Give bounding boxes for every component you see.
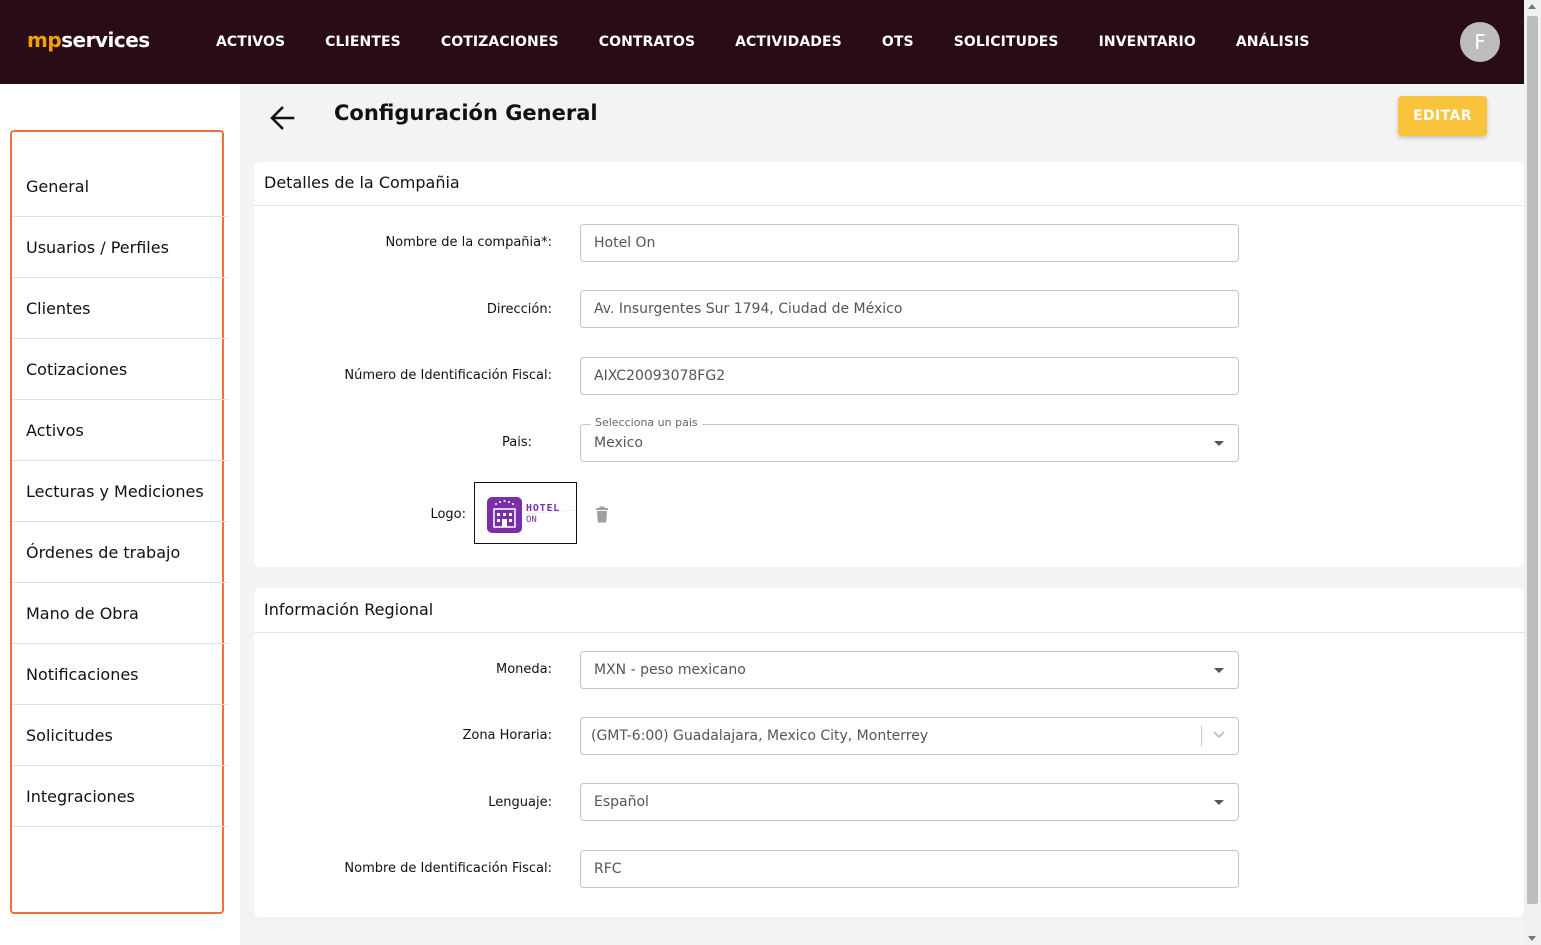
company-details-title: Detalles de la Compañia	[264, 173, 460, 192]
language-select-value: Español	[594, 794, 649, 810]
address-input[interactable]: Av. Insurgentes Sur 1794, Ciudad de Méxi…	[580, 290, 1239, 328]
logo-label: Logo:	[430, 507, 466, 522]
company-name-input[interactable]: Hotel On	[580, 224, 1239, 262]
nav-item-clientes[interactable]: CLIENTES	[325, 34, 401, 50]
country-select-value: Mexico	[594, 435, 643, 451]
sidebar-item-mano-obra[interactable]: Mano de Obra	[12, 583, 228, 644]
nav-item-ots[interactable]: OTS	[882, 34, 914, 50]
company-name-label: Nombre de la compañia*:	[385, 235, 552, 250]
sidebar-item-activos[interactable]: Activos	[12, 400, 228, 461]
page-scrollbar[interactable]	[1524, 0, 1541, 945]
brand-logo-part2: services	[61, 28, 150, 52]
country-select[interactable]: Selecciona un pais Mexico	[580, 416, 1239, 462]
settings-menu: General Usuarios / Perfiles Clientes Cot…	[12, 156, 238, 827]
language-label: Lenguaje:	[488, 795, 552, 810]
tax-id-label: Número de Identificación Fiscal:	[344, 368, 552, 383]
logo-text-top: HOTEL	[526, 503, 561, 514]
country-label: Pais:	[502, 435, 532, 450]
tax-name-input[interactable]: RFC	[580, 850, 1239, 888]
sidebar-item-notificaciones[interactable]: Notificaciones	[12, 644, 228, 705]
edit-button[interactable]: EDITAR	[1398, 96, 1487, 136]
settings-sidebar: General Usuarios / Perfiles Clientes Cot…	[10, 130, 228, 914]
tax-id-input[interactable]: AIXC20093078FG2	[580, 357, 1239, 395]
sidebar-item-lecturas-mediciones[interactable]: Lecturas y Mediciones	[12, 461, 228, 522]
nav-item-inventario[interactable]: INVENTARIO	[1099, 34, 1196, 50]
trash-icon[interactable]	[594, 506, 610, 524]
scroll-down-icon[interactable]	[1528, 936, 1536, 941]
currency-label: Moneda:	[495, 662, 552, 677]
user-avatar[interactable]: F	[1460, 22, 1500, 62]
sidebar-item-ordenes-trabajo[interactable]: Órdenes de trabajo	[12, 522, 228, 583]
timezone-select-value: (GMT-6:00) Guadalajara, Mexico City, Mon…	[591, 728, 929, 744]
country-select-legend: Selecciona un pais	[591, 416, 702, 429]
card-divider	[254, 632, 1524, 633]
nav-item-actividades[interactable]: ACTIVIDADES	[735, 34, 842, 50]
scroll-thumb[interactable]	[1527, 16, 1538, 904]
address-label: Dirección:	[486, 302, 552, 317]
sidebar-item-solicitudes[interactable]: Solicitudes	[12, 705, 228, 766]
sidebar-item-clientes[interactable]: Clientes	[12, 278, 228, 339]
card-divider	[254, 205, 1524, 206]
nav-item-analisis[interactable]: ANÁLISIS	[1236, 34, 1310, 50]
sidebar-item-integraciones[interactable]: Integraciones	[12, 766, 228, 827]
brand-logo-part1: mp	[27, 28, 62, 52]
caret-down-icon	[1214, 441, 1224, 446]
sidebar-item-general[interactable]: General	[12, 156, 228, 217]
tax-name-label: Nombre de Identificación Fiscal:	[344, 861, 552, 876]
chevron-down-icon[interactable]	[1211, 726, 1227, 742]
caret-down-icon	[1214, 800, 1224, 805]
timezone-label: Zona Horaria:	[462, 728, 552, 743]
scroll-up-icon[interactable]	[1528, 4, 1536, 9]
nav-item-solicitudes[interactable]: SOLICITUDES	[954, 34, 1059, 50]
arrow-left-icon[interactable]	[267, 103, 299, 133]
main-nav: ACTIVOS CLIENTES COTIZACIONES CONTRATOS …	[216, 0, 1350, 84]
nav-item-activos[interactable]: ACTIVOS	[216, 34, 285, 50]
caret-down-icon	[1214, 668, 1224, 673]
company-logo-image[interactable]: HOTEL ON	[474, 482, 577, 544]
brand-logo[interactable]: mpservices	[27, 28, 150, 52]
timezone-select[interactable]: (GMT-6:00) Guadalajara, Mexico City, Mon…	[580, 717, 1239, 755]
currency-select-value: MXN - peso mexicano	[594, 662, 746, 678]
nav-item-contratos[interactable]: CONTRATOS	[599, 34, 695, 50]
sidebar-item-cotizaciones[interactable]: Cotizaciones	[12, 339, 228, 400]
nav-item-cotizaciones[interactable]: COTIZACIONES	[441, 34, 559, 50]
logo-text-bottom: ON	[526, 515, 537, 525]
language-select[interactable]: Español	[580, 783, 1239, 821]
regional-info-title: Información Regional	[264, 600, 434, 619]
sidebar-item-usuarios-perfiles[interactable]: Usuarios / Perfiles	[12, 217, 228, 278]
top-navbar: mpservices ACTIVOS CLIENTES COTIZACIONES…	[0, 0, 1524, 84]
page-title: Configuración General	[334, 101, 598, 125]
currency-select[interactable]: MXN - peso mexicano	[580, 651, 1239, 689]
select-separator	[1201, 726, 1202, 746]
